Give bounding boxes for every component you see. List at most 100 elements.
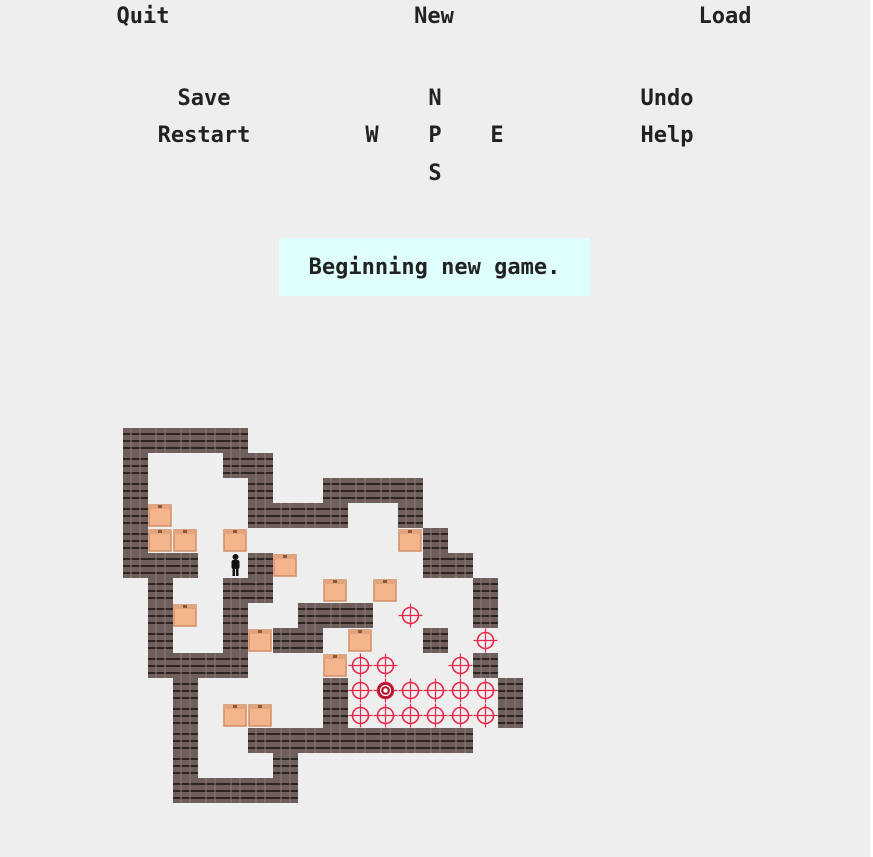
wall-tile: [198, 778, 223, 803]
crate[interactable]: [398, 529, 422, 552]
goal-target: [348, 703, 373, 728]
wall-tile: [423, 628, 448, 653]
goal-target: [423, 678, 448, 703]
wall-tile: [498, 678, 523, 703]
wall-tile: [248, 778, 273, 803]
wall-tile: [148, 628, 173, 653]
wall-tile: [123, 428, 148, 453]
wall-tile: [248, 728, 273, 753]
crate[interactable]: [373, 579, 397, 602]
goal-target: [473, 703, 498, 728]
wall-tile: [223, 653, 248, 678]
crate[interactable]: [323, 654, 347, 677]
wall-tile: [473, 603, 498, 628]
wall-tile: [398, 478, 423, 503]
wall-tile: [223, 428, 248, 453]
crate[interactable]: [248, 629, 272, 652]
goal-target: [398, 703, 423, 728]
wall-tile: [323, 678, 348, 703]
wall-tile: [223, 628, 248, 653]
wall-tile: [373, 728, 398, 753]
goal-target: [473, 628, 498, 653]
wall-tile: [248, 553, 273, 578]
wall-tile: [173, 703, 198, 728]
wall-tile: [223, 453, 248, 478]
wall-tile: [173, 553, 198, 578]
wall-tile: [423, 528, 448, 553]
sokoban-board[interactable]: [0, 0, 873, 857]
goal-target: [398, 603, 423, 628]
wall-tile: [123, 528, 148, 553]
goal-target: [398, 678, 423, 703]
wall-tile: [173, 653, 198, 678]
wall-tile: [273, 728, 298, 753]
wall-tile: [248, 453, 273, 478]
wall-tile: [173, 778, 198, 803]
wall-tile: [423, 553, 448, 578]
wall-tile: [173, 753, 198, 778]
crate[interactable]: [148, 529, 172, 552]
wall-tile: [248, 503, 273, 528]
wall-tile: [298, 728, 323, 753]
wall-tile: [173, 678, 198, 703]
crate[interactable]: [273, 554, 297, 577]
wall-tile: [273, 503, 298, 528]
goal-target: [373, 703, 398, 728]
wall-tile: [323, 703, 348, 728]
wall-tile: [148, 428, 173, 453]
wall-tile: [173, 728, 198, 753]
crate[interactable]: [173, 604, 197, 627]
goal-target: [473, 678, 498, 703]
wall-tile: [323, 728, 348, 753]
wall-tile: [273, 628, 298, 653]
wall-tile: [248, 478, 273, 503]
player-on-goal[interactable]: [377, 682, 394, 699]
wall-tile: [373, 478, 398, 503]
crate[interactable]: [223, 704, 247, 727]
wall-tile: [148, 653, 173, 678]
crate[interactable]: [348, 629, 372, 652]
player-figure[interactable]: [231, 554, 240, 576]
wall-tile: [348, 603, 373, 628]
wall-tile: [323, 603, 348, 628]
wall-tile: [398, 728, 423, 753]
wall-tile: [223, 778, 248, 803]
goal-target: [348, 653, 373, 678]
crate[interactable]: [323, 579, 347, 602]
goal-target: [448, 678, 473, 703]
wall-tile: [498, 703, 523, 728]
wall-tile: [123, 478, 148, 503]
wall-tile: [448, 553, 473, 578]
wall-tile: [298, 603, 323, 628]
goal-target: [373, 653, 398, 678]
crate[interactable]: [248, 704, 272, 727]
wall-tile: [148, 603, 173, 628]
wall-tile: [123, 503, 148, 528]
wall-tile: [123, 553, 148, 578]
wall-tile: [298, 503, 323, 528]
wall-tile: [348, 478, 373, 503]
wall-tile: [173, 428, 198, 453]
wall-tile: [198, 428, 223, 453]
wall-tile: [198, 653, 223, 678]
wall-tile: [298, 628, 323, 653]
goal-target: [423, 703, 448, 728]
wall-tile: [323, 503, 348, 528]
wall-tile: [448, 728, 473, 753]
wall-tile: [348, 728, 373, 753]
crate[interactable]: [173, 529, 197, 552]
wall-tile: [473, 653, 498, 678]
wall-tile: [148, 578, 173, 603]
wall-tile: [473, 578, 498, 603]
goal-target: [348, 678, 373, 703]
wall-tile: [123, 453, 148, 478]
crate[interactable]: [223, 529, 247, 552]
wall-tile: [223, 603, 248, 628]
wall-tile: [223, 578, 248, 603]
wall-tile: [148, 553, 173, 578]
crate[interactable]: [148, 504, 172, 527]
wall-tile: [423, 728, 448, 753]
wall-tile: [323, 478, 348, 503]
goal-target: [448, 703, 473, 728]
wall-tile: [398, 503, 423, 528]
